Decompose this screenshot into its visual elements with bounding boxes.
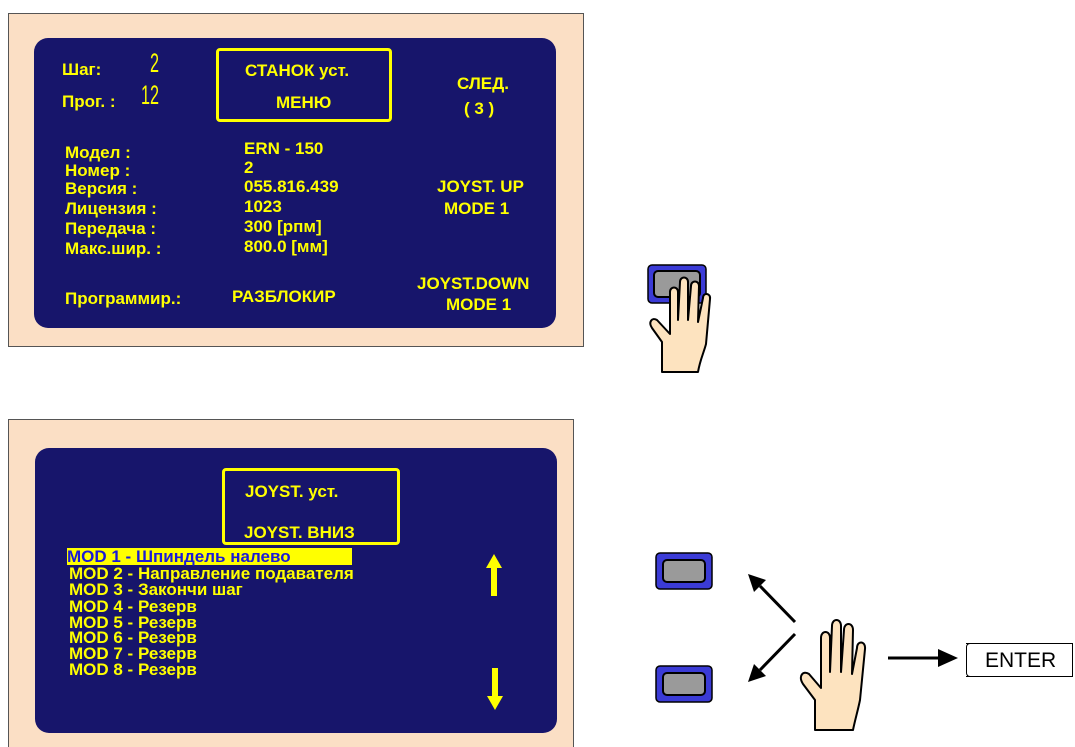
mode-list: MOD 1 - Шпиндель налево MOD 2 - Направле… bbox=[67, 548, 354, 678]
menu-title-line1: СТАНОК уст. bbox=[245, 61, 350, 80]
joy-down-label: JOYST.DOWN bbox=[417, 274, 530, 293]
program-mode-value: РАЗБЛОКИР bbox=[232, 287, 336, 306]
arrow-up-icon bbox=[486, 554, 502, 596]
arrow-down-icon bbox=[487, 668, 503, 710]
mode-item[interactable]: MOD 7 - Резерв bbox=[69, 645, 354, 662]
info-label: Передача : bbox=[65, 219, 157, 238]
info-value: 300 [рпм] bbox=[244, 217, 322, 236]
mode-item[interactable]: MOD 6 - Резерв bbox=[69, 629, 354, 646]
info-label: Номер : bbox=[65, 161, 131, 180]
info-label: Модел : bbox=[65, 143, 131, 162]
bottom-screen: JOYST. уст. JOYST. ВНИЗ MOD 1 - Шпиндель… bbox=[35, 448, 557, 733]
info-value: 800.0 [мм] bbox=[244, 237, 328, 256]
button-down-icon[interactable] bbox=[655, 665, 715, 705]
top-screen: Шаг: 2 Прог. : 12 СТАНОК уст. МЕНЮ СЛЕД.… bbox=[34, 38, 556, 328]
next-page: ( 3 ) bbox=[464, 99, 495, 118]
mode-item[interactable]: MOD 3 - Закончи шаг bbox=[69, 581, 354, 598]
top-panel-frame: Шаг: 2 Прог. : 12 СТАНОК уст. МЕНЮ СЛЕД.… bbox=[8, 13, 584, 347]
info-value: 055.816.439 bbox=[244, 177, 339, 196]
joy-up-label: JOYST. UP bbox=[437, 177, 524, 196]
joystick-title-line1: JOYST. уст. bbox=[245, 482, 339, 501]
prog-value: 12 bbox=[141, 80, 160, 110]
info-value: 1023 bbox=[244, 197, 282, 216]
prog-label: Прог. : bbox=[62, 92, 116, 111]
info-value: ERN - 150 bbox=[244, 139, 324, 158]
next-label: СЛЕД. bbox=[457, 74, 509, 93]
mode-item[interactable]: MOD 4 - Резерв bbox=[69, 598, 354, 615]
hand-press-icon bbox=[647, 264, 712, 373]
mode-item-selected[interactable]: MOD 1 - Шпиндель налево bbox=[67, 548, 352, 565]
joy-up-mode: MODE 1 bbox=[444, 199, 510, 218]
button-up-icon[interactable] bbox=[655, 552, 715, 592]
info-label: Версия : bbox=[65, 179, 138, 198]
step-value: 2 bbox=[150, 48, 160, 78]
info-label: Лицензия : bbox=[65, 199, 157, 218]
info-label: Макс.шир. : bbox=[65, 239, 162, 258]
mode-item[interactable]: MOD 8 - Резерв bbox=[69, 661, 354, 678]
joystick-title-line2: JOYST. ВНИЗ bbox=[244, 523, 355, 542]
enter-button[interactable]: ENTER bbox=[966, 643, 1073, 677]
bottom-panel-frame: JOYST. уст. JOYST. ВНИЗ MOD 1 - Шпиндель… bbox=[8, 419, 574, 747]
hand-icon bbox=[799, 619, 867, 731]
menu-title-line2: МЕНЮ bbox=[276, 93, 332, 112]
info-value: 2 bbox=[244, 158, 254, 177]
joy-down-mode: MODE 1 bbox=[446, 295, 512, 314]
program-mode-label: Программир.: bbox=[65, 289, 182, 308]
arrow-right-icon bbox=[888, 649, 958, 667]
step-label: Шаг: bbox=[62, 60, 102, 79]
enter-label: ENTER bbox=[985, 649, 1057, 672]
